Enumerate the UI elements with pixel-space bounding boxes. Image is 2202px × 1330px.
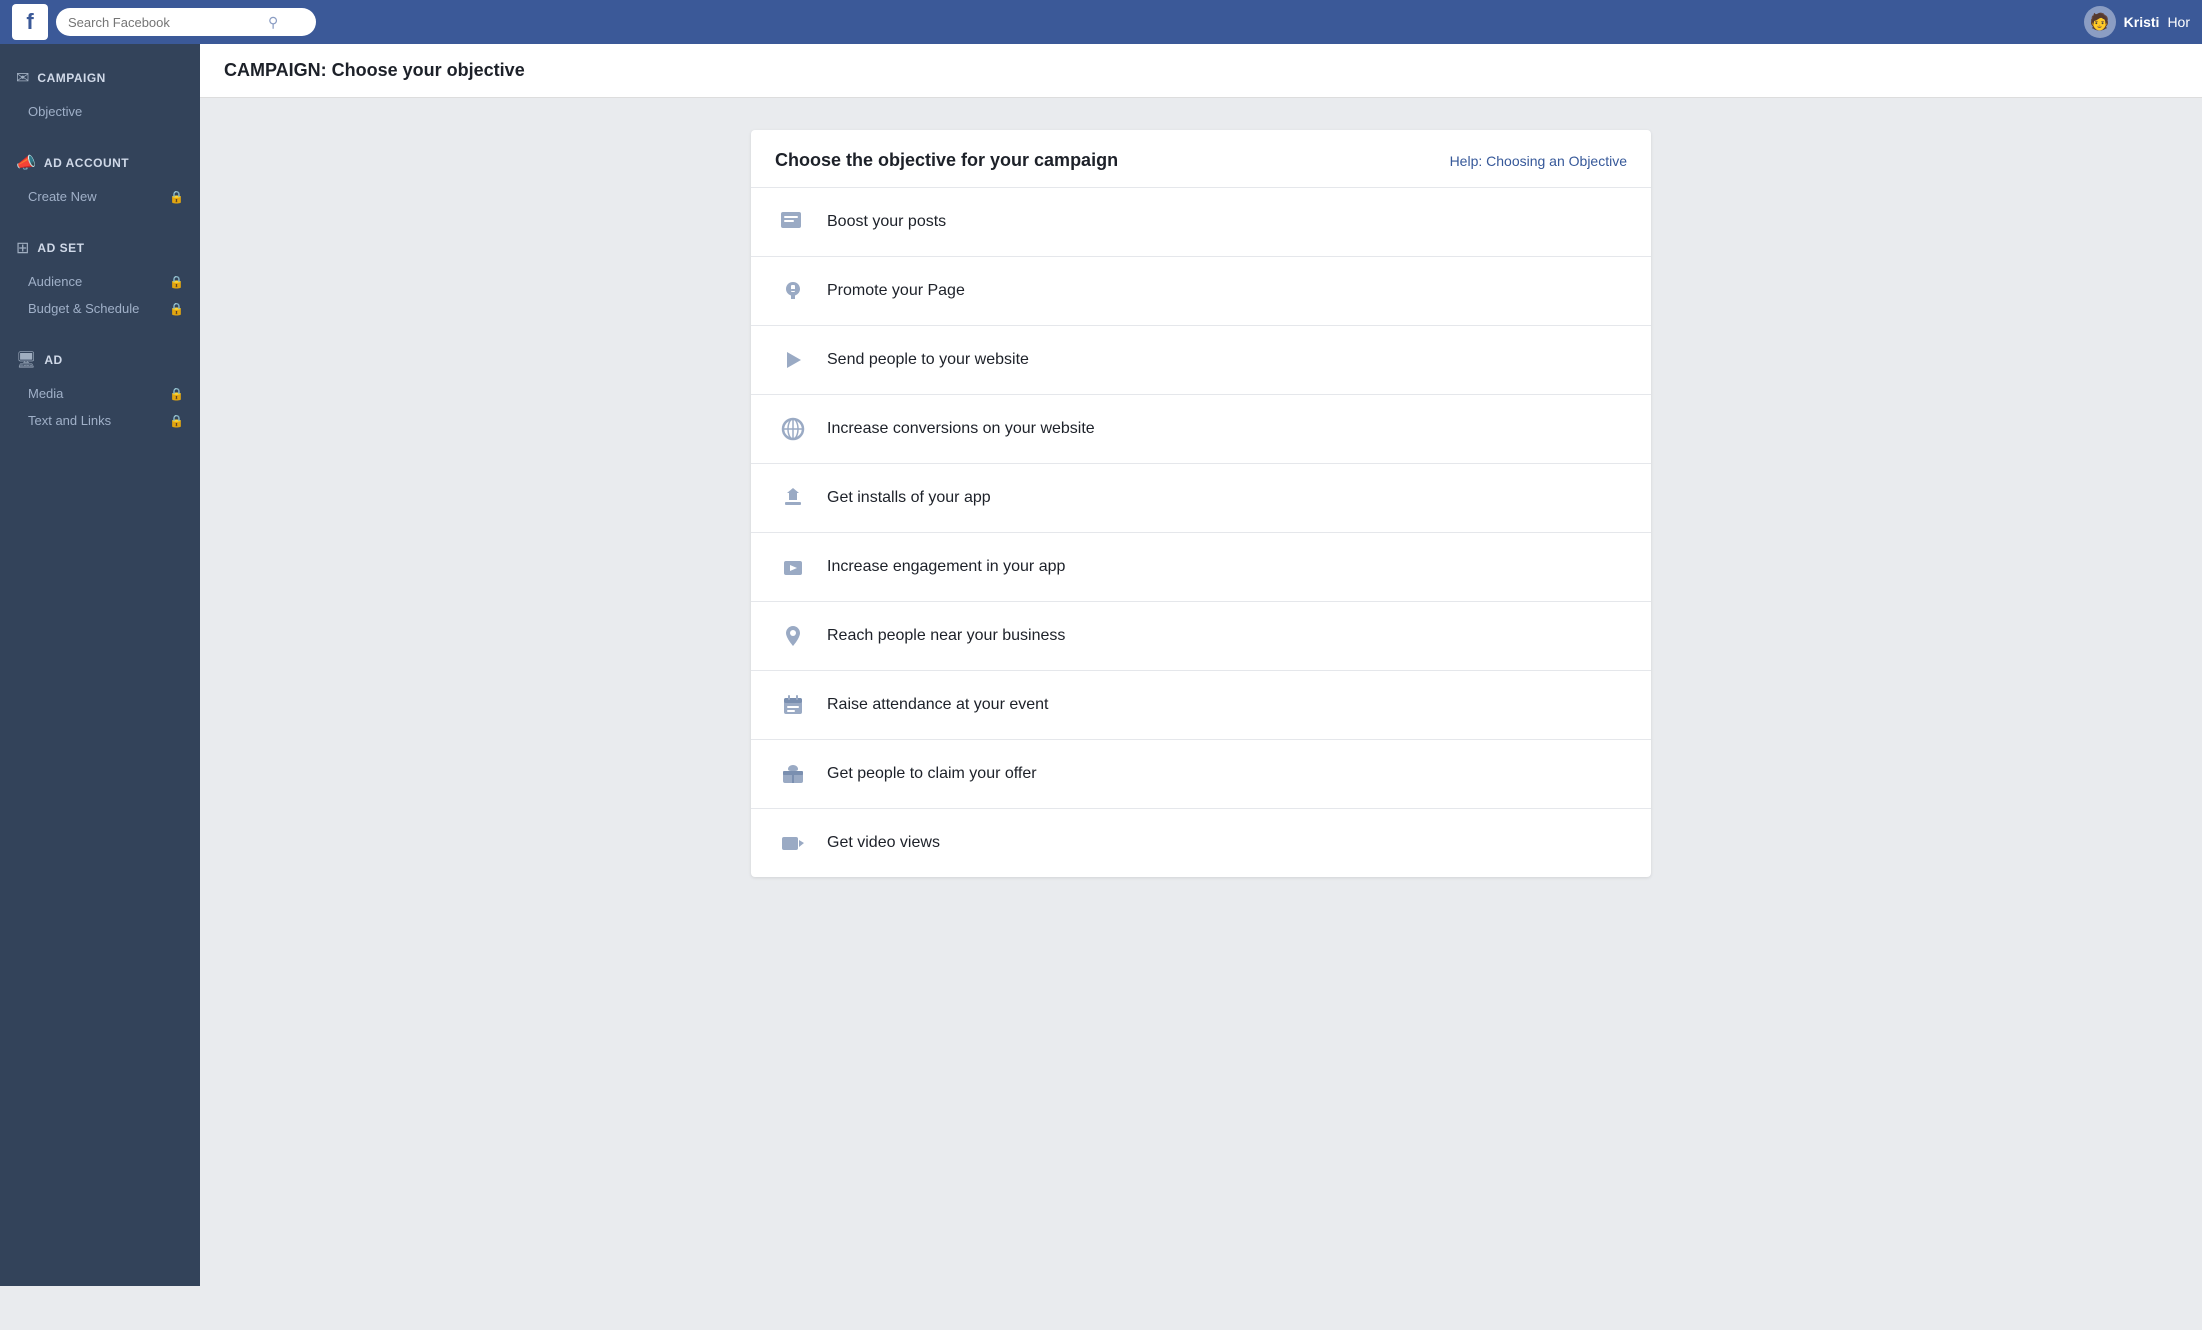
objective-item-video-views[interactable]: Get video views <box>751 809 1651 877</box>
sidebar-section-title-ad: AD <box>44 353 62 367</box>
page-title: CAMPAIGN: Choose your objective <box>224 60 2178 81</box>
boost-posts-icon <box>775 204 811 240</box>
objective-item-event-attendance[interactable]: Raise attendance at your event <box>751 671 1651 740</box>
content-area: Choose the objective for your campaign H… <box>200 98 2202 1286</box>
app-installs-label: Get installs of your app <box>827 489 991 507</box>
sidebar-item-audience[interactable]: Audience 🔒 <box>0 268 200 295</box>
objective-item-offer-claims[interactable]: Get people to claim your offer <box>751 740 1651 809</box>
sidebar-section-header-ad-account: 📣 AD ACCOUNT <box>0 153 200 183</box>
app-engagement-icon <box>775 549 811 585</box>
page-header: CAMPAIGN: Choose your objective <box>200 44 2202 98</box>
nav-username: Kristi <box>2124 14 2160 30</box>
local-awareness-icon <box>775 618 811 654</box>
objective-item-increase-conversions[interactable]: Increase conversions on your website <box>751 395 1651 464</box>
objective-card: Choose the objective for your campaign H… <box>751 130 1651 877</box>
sidebar-item-label-budget-schedule: Budget & Schedule <box>28 301 139 316</box>
sidebar: ✉ CAMPAIGN Objective 📣 AD ACCOUNT Create… <box>0 44 200 1286</box>
page-title-campaign-bold: CAMPAIGN: <box>224 60 327 80</box>
sidebar-item-create-new[interactable]: Create New 🔒 <box>0 183 200 210</box>
lock-icon-budget-schedule: 🔒 <box>169 302 184 316</box>
lock-icon-audience: 🔒 <box>169 275 184 289</box>
sidebar-section-campaign: ✉ CAMPAIGN Objective <box>0 68 200 125</box>
offer-claims-icon <box>775 756 811 792</box>
lock-icon-text-links: 🔒 <box>169 414 184 428</box>
event-attendance-icon <box>775 687 811 723</box>
objective-item-send-to-website[interactable]: Send people to your website <box>751 326 1651 395</box>
sidebar-item-label-text-links: Text and Links <box>28 413 111 428</box>
increase-conversions-icon <box>775 411 811 447</box>
sidebar-item-label-media: Media <box>28 386 63 401</box>
search-icon: ⚲ <box>268 14 278 31</box>
sidebar-item-text-links[interactable]: Text and Links 🔒 <box>0 407 200 434</box>
promote-page-label: Promote your Page <box>827 282 965 300</box>
sidebar-item-budget-schedule[interactable]: Budget & Schedule 🔒 <box>0 295 200 322</box>
help-link[interactable]: Help: Choosing an Objective <box>1450 153 1627 169</box>
ad-section-icon: 🖥 <box>16 350 36 370</box>
sidebar-section-ad-account: 📣 AD ACCOUNT Create New 🔒 <box>0 153 200 210</box>
sidebar-item-label-audience: Audience <box>28 274 82 289</box>
avatar: 🧑 <box>2084 6 2116 38</box>
sidebar-section-ad-set: ⊞ AD SET Audience 🔒 Budget & Schedule 🔒 <box>0 238 200 322</box>
event-attendance-label: Raise attendance at your event <box>827 696 1048 714</box>
send-to-website-icon <box>775 342 811 378</box>
objective-item-promote-page[interactable]: Promote your Page <box>751 257 1651 326</box>
page-title-rest: Choose your objective <box>327 60 525 80</box>
send-to-website-label: Send people to your website <box>827 351 1029 369</box>
objective-item-boost-posts[interactable]: Boost your posts <box>751 188 1651 257</box>
lock-icon-create-new: 🔒 <box>169 190 184 204</box>
sidebar-section-ad: 🖥 AD Media 🔒 Text and Links 🔒 <box>0 350 200 434</box>
sidebar-item-objective[interactable]: Objective <box>0 98 200 125</box>
lock-icon-media: 🔒 <box>169 387 184 401</box>
sidebar-section-header-ad: 🖥 AD <box>0 350 200 380</box>
sidebar-item-label-objective: Objective <box>28 104 82 119</box>
sidebar-section-title-campaign: CAMPAIGN <box>37 71 105 85</box>
campaign-section-icon: ✉ <box>16 68 29 88</box>
card-title: Choose the objective for your campaign <box>775 150 1118 171</box>
promote-page-icon <box>775 273 811 309</box>
sidebar-section-header-ad-set: ⊞ AD SET <box>0 238 200 268</box>
sidebar-section-header-campaign: ✉ CAMPAIGN <box>0 68 200 98</box>
nav-home: Hor <box>2167 14 2190 30</box>
sidebar-item-label-create-new: Create New <box>28 189 97 204</box>
objective-item-app-engagement[interactable]: Increase engagement in your app <box>751 533 1651 602</box>
sidebar-item-media[interactable]: Media 🔒 <box>0 380 200 407</box>
facebook-logo: f <box>12 4 48 40</box>
app-installs-icon <box>775 480 811 516</box>
offer-claims-label: Get people to claim your offer <box>827 765 1037 783</box>
objective-list: Boost your posts Promote your Page <box>751 188 1651 877</box>
ad-account-section-icon: 📣 <box>16 153 36 173</box>
objective-item-local-awareness[interactable]: Reach people near your business <box>751 602 1651 671</box>
video-views-icon <box>775 825 811 861</box>
local-awareness-label: Reach people near your business <box>827 627 1065 645</box>
boost-posts-label: Boost your posts <box>827 213 946 231</box>
card-header: Choose the objective for your campaign H… <box>751 130 1651 188</box>
top-nav: f ⚲ 🧑 Kristi Hor <box>0 0 2202 44</box>
sidebar-section-title-ad-set: AD SET <box>37 241 84 255</box>
ad-set-section-icon: ⊞ <box>16 238 29 258</box>
nav-right: 🧑 Kristi Hor <box>2084 6 2190 38</box>
app-engagement-label: Increase engagement in your app <box>827 558 1065 576</box>
video-views-label: Get video views <box>827 834 940 852</box>
increase-conversions-label: Increase conversions on your website <box>827 420 1095 438</box>
objective-item-app-installs[interactable]: Get installs of your app <box>751 464 1651 533</box>
search-input[interactable] <box>68 15 268 30</box>
main-content: CAMPAIGN: Choose your objective Choose t… <box>200 44 2202 1286</box>
search-bar[interactable]: ⚲ <box>56 8 316 36</box>
sidebar-section-title-ad-account: AD ACCOUNT <box>44 156 129 170</box>
